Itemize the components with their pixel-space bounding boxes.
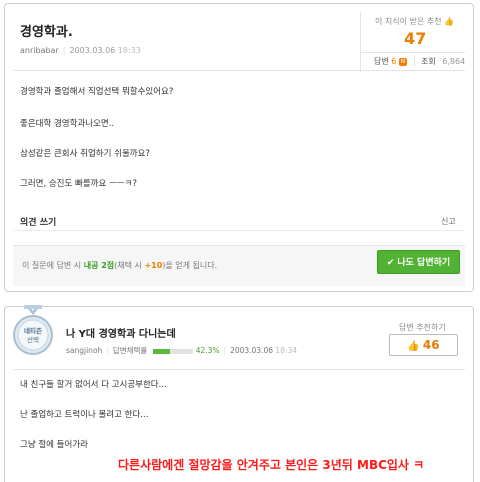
- question-body-line: 삼성같은 큰회사 취업하기 쉬울까요?: [20, 149, 150, 159]
- question-title: 경영학과.: [20, 25, 73, 40]
- answer-notice: 이 질문에 답변 시 내공 2점(채택 시 +10)을 얻게 됩니다.: [22, 261, 218, 270]
- adopt-rate-value: 42.3%: [195, 346, 220, 355]
- question-body-line: 그러면, 승진도 빠를까요 ㅡㅡㅋ?: [20, 179, 137, 189]
- answer-stat[interactable]: 답변 6 N: [374, 56, 407, 67]
- answer-recommend-label: 답변 추천하기: [399, 323, 446, 332]
- divider: [414, 55, 415, 66]
- views-count: 6,864: [442, 57, 466, 66]
- question-card: 경영학과. anribabar | 2003.03.06 18:33 이 지식이 받…: [4, 3, 474, 292]
- check-icon: ✔: [386, 258, 395, 268]
- new-badge: N: [398, 57, 407, 66]
- divider: [13, 369, 465, 370]
- thumbs-up-icon: 👍: [444, 17, 455, 26]
- answer-recommend-button[interactable]: 👍 46: [389, 334, 458, 356]
- answer-body-line: 내 친구들 할거 없어서 다 고시공부한다...: [20, 380, 167, 390]
- adopt-rate-bar: [152, 348, 193, 354]
- answer-button[interactable]: ✔ 나도 답변하기: [377, 250, 460, 274]
- question-body-line: 좋은대학 경영학과나오면..: [20, 119, 115, 129]
- medal-label-top: 네티즌: [24, 326, 42, 335]
- view-stat: 조회 6,864: [421, 56, 465, 67]
- bonus-highlight: +10: [144, 261, 163, 270]
- medal-label-bottom: 선택: [27, 335, 39, 344]
- answer-time: 18:34: [275, 346, 298, 355]
- question-meta: anribabar | 2003.03.06 18:33: [20, 46, 141, 55]
- answers-label: 답변: [374, 57, 389, 66]
- points-highlight: 내공 2점: [83, 261, 115, 270]
- answer-body-line: 난 졸업하고 트럭이나 몰려고 한다...: [20, 410, 149, 420]
- question-body-line: 경영학과 졸업해서 직업선택 뭐할수있어요?: [20, 87, 174, 97]
- write-opinion-link[interactable]: 의견 쓰기: [20, 215, 56, 228]
- question-author[interactable]: anribabar: [20, 46, 59, 55]
- netizen-choice-medal-icon: 네티즌 선택: [13, 305, 53, 355]
- report-link[interactable]: 신고: [441, 216, 456, 227]
- divider: [13, 70, 465, 71]
- views-label: 조회: [421, 57, 436, 66]
- adopt-rate-label: 답변채택률: [112, 346, 148, 355]
- answer-author[interactable]: sangjinoh: [66, 346, 102, 355]
- divider: [13, 230, 465, 231]
- divider: [361, 52, 465, 53]
- answer-card: 네티즌 선택 나 Y대 경영학과 다니는데 sangjinoh | 답변채택률 42…: [4, 305, 474, 482]
- answer-date: 2003.03.06: [230, 346, 274, 355]
- answer-meta: sangjinoh | 답변채택률 42.3% | 2003.03.06 18:34: [66, 346, 298, 355]
- question-date: 2003.03.06: [69, 46, 116, 55]
- recommend-count: 47: [404, 29, 427, 48]
- answers-count: 6: [391, 57, 397, 66]
- thumbs-up-icon: 👍: [407, 341, 420, 352]
- answer-title: 나 Y대 경영학과 다니는데: [66, 329, 176, 340]
- divider: [360, 12, 361, 72]
- answer-body-line: 그냥 절에 들어가라: [20, 440, 88, 450]
- overlay-comment: 다른사람에겐 절망감을 안겨주고 본인은 3년뒤 MBC입사 ㅋ: [118, 458, 425, 472]
- question-time: 18:33: [117, 46, 141, 55]
- recommend-label: 이 지식이 받은 추천 👍: [375, 17, 455, 26]
